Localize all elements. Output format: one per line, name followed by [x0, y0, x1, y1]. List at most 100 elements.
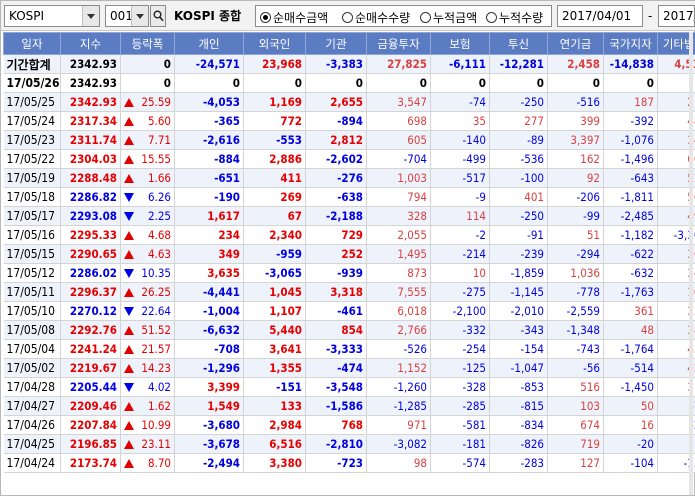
table-row[interactable]: 17/04/28 2205.44 4.02 3,399 -151 -3,548 -1,260…	[3, 377, 695, 397]
cell-value: 674	[580, 418, 600, 432]
radio-cumulative-quantity[interactable]: 누적수량	[486, 9, 543, 26]
government-cell: -104	[603, 453, 658, 473]
foreign-cell: 3,380	[243, 453, 306, 473]
date-cell: 17/05/10	[3, 301, 61, 321]
column-header[interactable]: 금융투자	[366, 32, 431, 55]
table-row[interactable]: 17/05/12 2286.02 10.35 3,635 -3,065 -939 873 10…	[3, 263, 695, 283]
symbol-select[interactable]: KOSPI	[4, 5, 100, 27]
triangle-up-icon	[124, 231, 134, 240]
institution-cell: -3,333	[305, 339, 367, 359]
column-header[interactable]: 연기금	[547, 32, 604, 55]
table-row[interactable]: 17/05/23 2311.74 7.71 -2,616 -553 2,812 605 -14…	[3, 130, 695, 150]
search-button[interactable]	[150, 5, 166, 27]
pension-cell: 2,458	[547, 54, 604, 74]
change-cell: 4.68	[120, 225, 175, 245]
date-cell: 17/05/17	[3, 206, 61, 226]
cell-value: 1,549	[207, 399, 240, 413]
date-cell: 17/05/24	[3, 111, 61, 131]
cell-value: -343	[520, 323, 544, 337]
code-select[interactable]: 001	[105, 5, 149, 27]
cell-value: -250	[520, 95, 544, 109]
table-row[interactable]: 17/05/25 2342.93 25.59 -4,053 1,169 2,655 3,54…	[3, 92, 695, 112]
radio-net-quantity[interactable]: 순매수수량	[342, 9, 410, 26]
cell-value: -140	[462, 133, 486, 147]
table-row[interactable]: 17/04/27 2209.46 1.62 1,549 133 -1,586 -1,285 -…	[3, 396, 695, 416]
vertical-scrollbar[interactable]	[689, 32, 693, 495]
cell-value: 719	[580, 437, 600, 451]
column-header[interactable]: 국가지자	[603, 32, 658, 55]
column-header[interactable]: 등락폭	[120, 32, 175, 55]
financial-invest-cell: 2,055	[366, 225, 431, 245]
table-row[interactable]: 17/05/16 2295.33 4.68 234 2,340 729 2,055 -2 -91…	[3, 225, 695, 245]
table-row[interactable]: 17/05/24 2317.34 5.60 -365 772 -894 698 35 277 39…	[3, 111, 695, 131]
individual-cell: -3,680	[174, 415, 244, 435]
cell-value: -1,296	[202, 361, 240, 375]
end-date-input[interactable]: 2017/	[658, 5, 695, 27]
radio-cumulative-amount[interactable]: 누적금액	[420, 9, 477, 26]
cell-value: 2296.37	[69, 285, 117, 299]
cell-value: -4,441	[202, 285, 240, 299]
column-header[interactable]: 지수	[60, 32, 121, 55]
cell-value: -276	[337, 171, 363, 185]
date-cell: 17/04/27	[3, 396, 61, 416]
triangle-up-icon	[124, 326, 134, 335]
table-row[interactable]: 17/05/02 2219.67 14.23 -1,296 1,355 -474 1,152…	[3, 358, 695, 378]
cell-value: 162	[580, 152, 600, 166]
institution-cell: -461	[305, 301, 367, 321]
cell-value: -514	[630, 361, 654, 375]
start-date-input[interactable]: 2017/04/01	[557, 5, 643, 27]
chevron-down-icon[interactable]	[82, 6, 99, 26]
date-separator: -	[648, 9, 653, 23]
cell-value: -499	[462, 152, 486, 166]
trust-cell: -91	[489, 225, 548, 245]
cell-value: -20	[637, 437, 654, 451]
table-row[interactable]: 기간합계 2342.93 0 -24,571 23,968 -3,383 27,825 -6,…	[3, 54, 695, 74]
column-header[interactable]: 개인	[174, 32, 244, 55]
column-header[interactable]: 기관	[305, 32, 367, 55]
table-row[interactable]: 17/05/08 2292.76 51.52 -6,632 5,440 854 2,766 -…	[3, 320, 695, 340]
cell-value: -328	[462, 380, 486, 394]
column-header[interactable]: 일자	[3, 32, 61, 55]
cell-value: 187	[634, 95, 654, 109]
cell-value: -632	[630, 266, 654, 280]
table-row[interactable]: 17/05/17 2293.08 2.25 1,617 67 -2,188 328 114 -2…	[3, 206, 695, 226]
column-header[interactable]: 투신	[489, 32, 548, 55]
column-header[interactable]: 외국인	[243, 32, 306, 55]
table-row[interactable]: 17/04/25 2196.85 23.11 -3,678 6,516 -2,810 -3,…	[3, 434, 695, 454]
table-row[interactable]: 17/05/19 2288.48 1.66 -651 411 -276 1,003 -517 -…	[3, 168, 695, 188]
cell-value: 4.02	[147, 380, 171, 394]
cell-value: 2205.44	[69, 380, 117, 394]
cell-value: 252	[341, 247, 363, 261]
table-row[interactable]: 17/05/15 2290.65 4.63 349 -959 252 1,495 -214 -2…	[3, 244, 695, 264]
cell-value: -250	[520, 209, 544, 223]
table-row[interactable]: 17/05/11 2296.37 26.25 -4,441 1,045 3,318 7,55…	[3, 282, 695, 302]
institution-cell: -1,586	[305, 396, 367, 416]
date-cell: 17/05/19	[3, 168, 61, 188]
foreign-cell: 3,641	[243, 339, 306, 359]
table-row[interactable]: 17/05/262342.930000000000	[3, 73, 695, 93]
symbol-value: KOSPI	[9, 9, 45, 23]
table-row[interactable]: 17/05/18 2286.82 6.26 -190 269 -638 794 -9 401 -2…	[3, 187, 695, 207]
table-row[interactable]: 17/04/24 2173.74 8.70 -2,494 3,380 -723 98 -574…	[3, 453, 695, 473]
radio-net-amount[interactable]: 순매수금액	[260, 9, 328, 26]
cell-value: 2207.84	[69, 418, 117, 432]
index-cell: 2205.44	[60, 377, 121, 397]
cell-value: 133	[280, 399, 302, 413]
table-row[interactable]: 17/04/26 2207.84 10.99 -3,680 2,984 768 971 -58…	[3, 415, 695, 435]
table-row[interactable]: 17/05/10 2270.12 22.64 -1,004 1,107 -461 6,018…	[3, 301, 695, 321]
financial-invest-cell: 794	[366, 187, 431, 207]
pension-cell: 0	[547, 73, 604, 93]
column-header[interactable]: 보험	[430, 32, 490, 55]
cell-value: -2,188	[325, 209, 363, 223]
table-row[interactable]: 17/05/22 2304.03 15.55 -884 2,886 -2,602 -704 -…	[3, 149, 695, 169]
cell-value: -89	[527, 133, 544, 147]
date-cell: 17/05/26	[3, 73, 61, 93]
date-cell: 17/05/18	[3, 187, 61, 207]
financial-invest-cell: -704	[366, 149, 431, 169]
table-row[interactable]: 17/05/04 2241.24 21.57 -708 3,641 -3,333 -526 -…	[3, 339, 695, 359]
cell-value: 2241.24	[69, 342, 117, 356]
government-cell: 0	[603, 73, 658, 93]
chevron-down-icon[interactable]	[131, 6, 148, 26]
cell-value: -1,285	[393, 399, 427, 413]
cell-value: 605	[407, 133, 427, 147]
